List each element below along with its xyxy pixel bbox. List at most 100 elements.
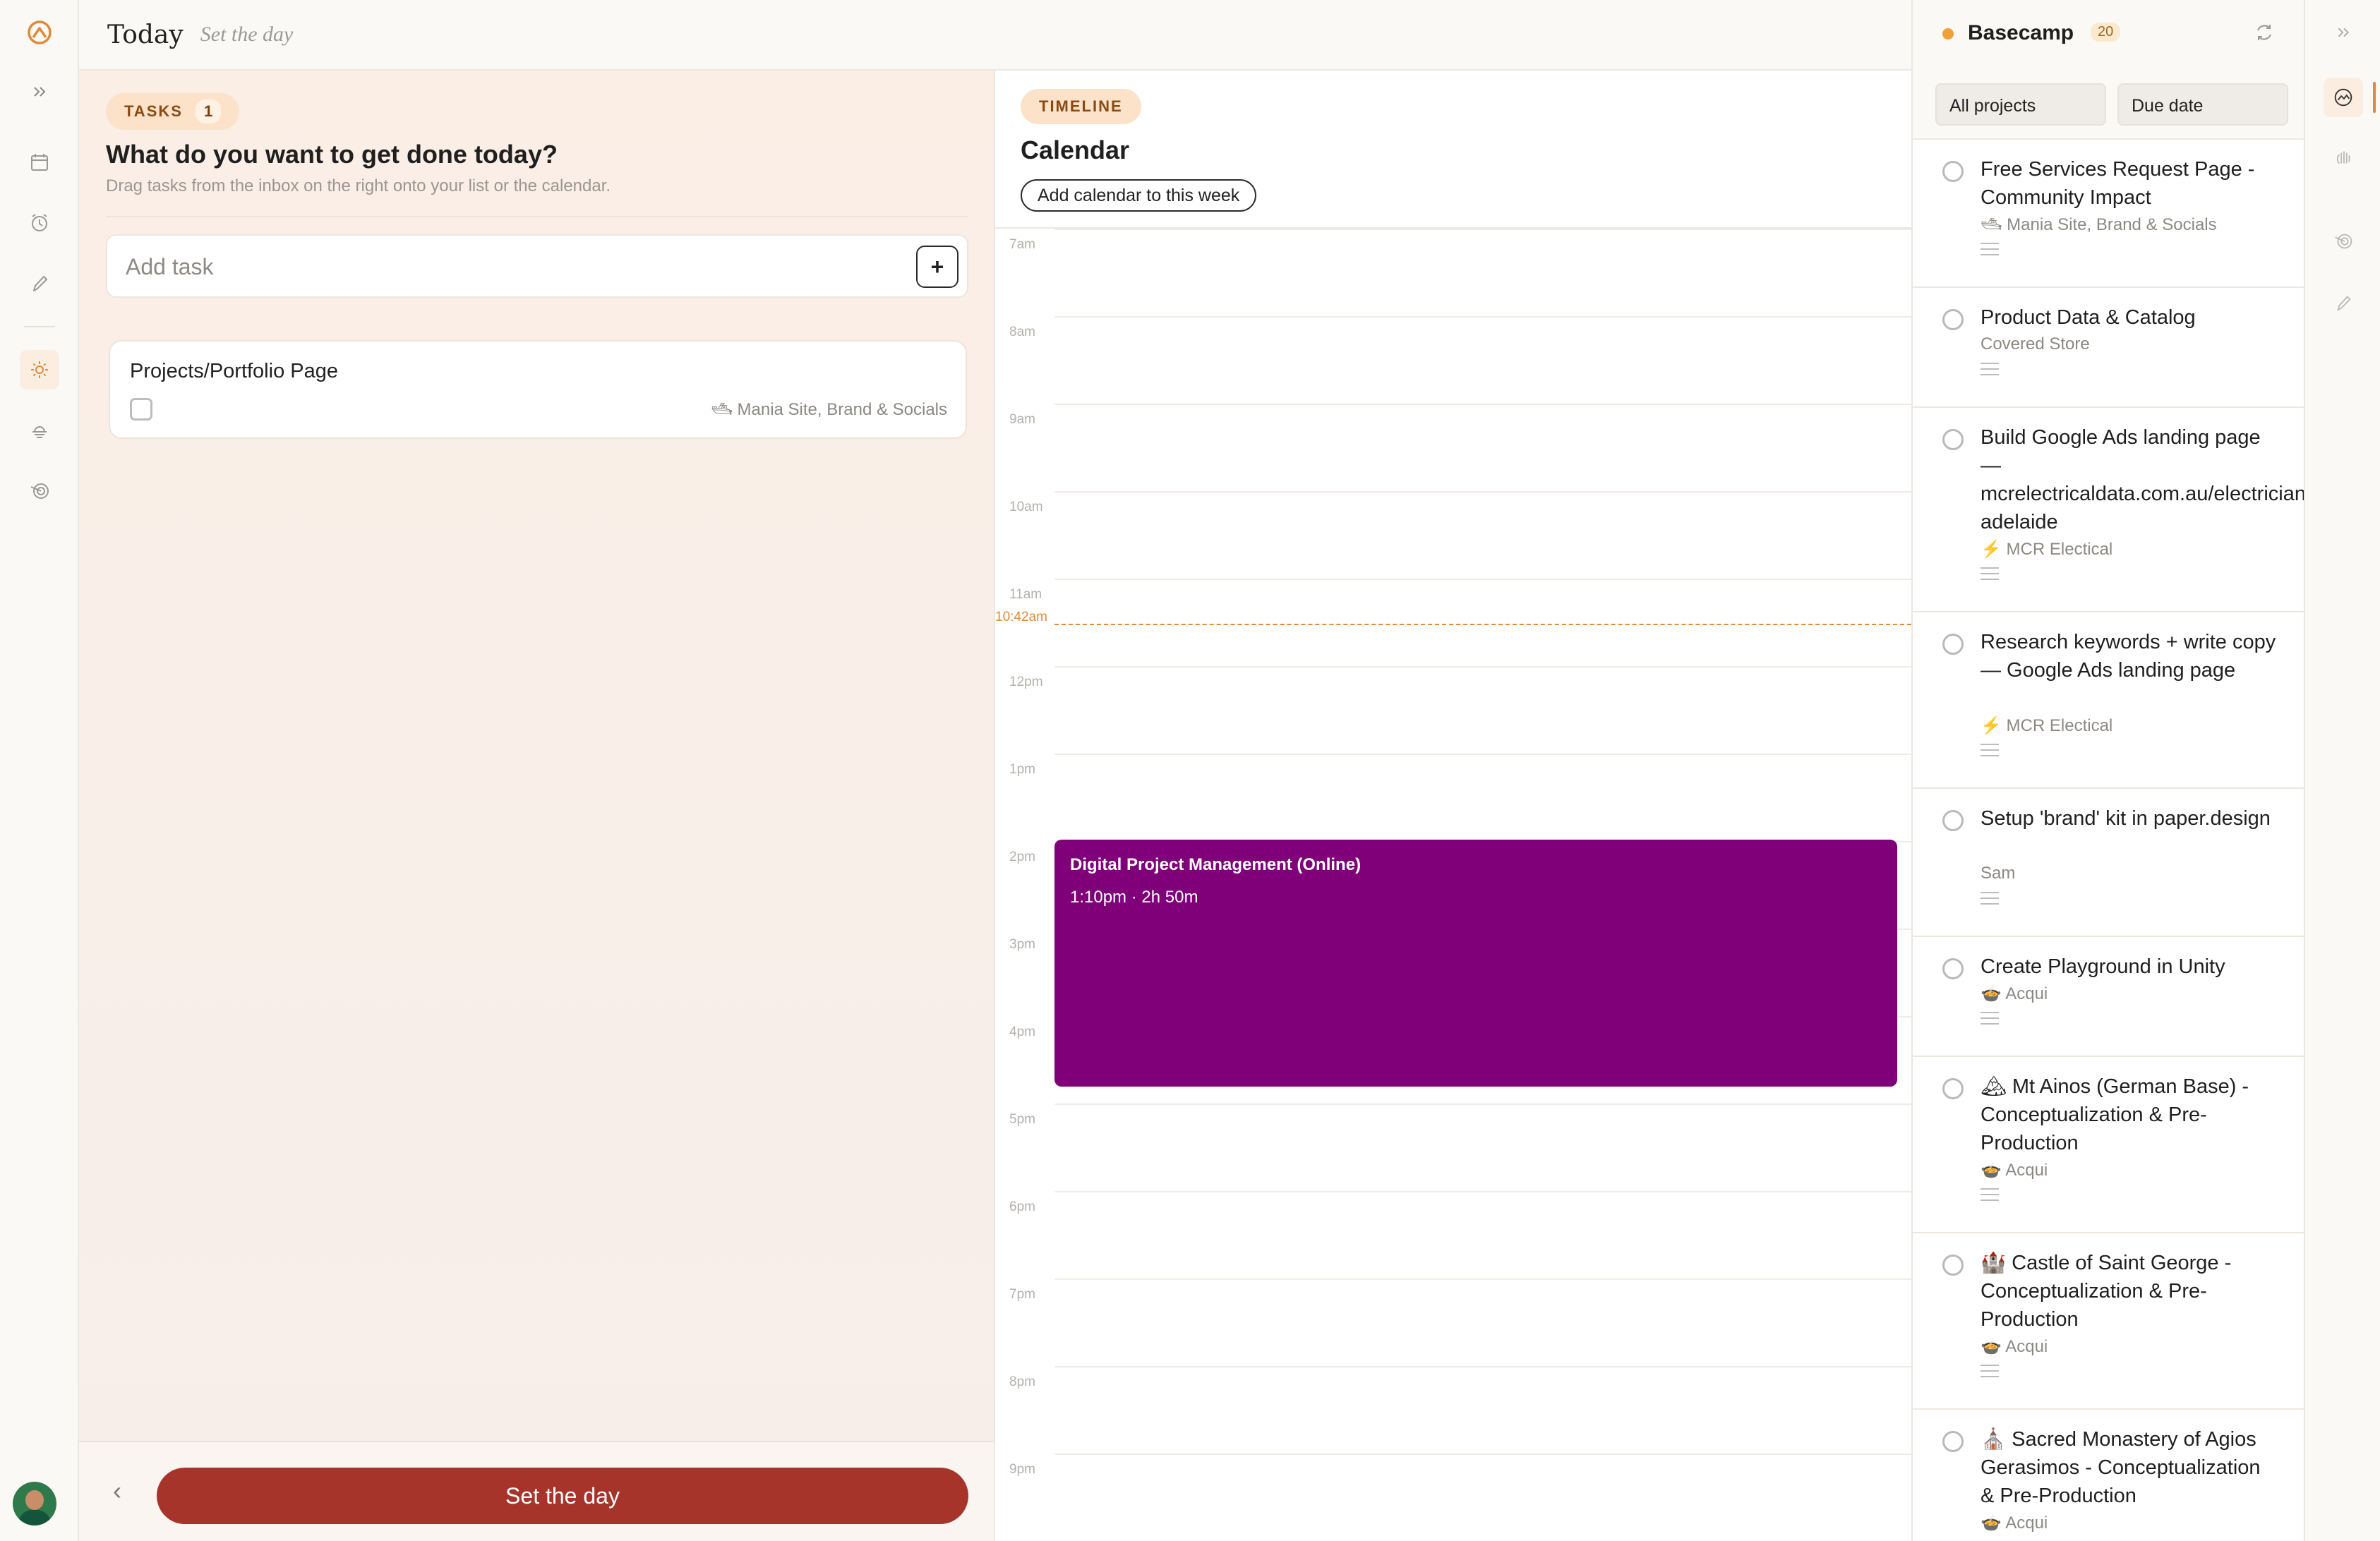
collapse-panel-icon[interactable] (2324, 13, 2363, 52)
hour-row[interactable]: 5pm (995, 1104, 1911, 1191)
expand-sidebar-icon[interactable] (20, 72, 59, 111)
sun-icon[interactable] (20, 350, 59, 389)
sort-filter[interactable]: Due date (2117, 83, 2288, 126)
projects-filter[interactable]: All projects (1935, 83, 2106, 126)
tasks-count-badge: 1 (195, 99, 222, 123)
page-header: Today Set the day (79, 0, 1911, 71)
hour-row[interactable]: 7pm (995, 1279, 1911, 1366)
complete-radio[interactable] (1942, 429, 1964, 450)
inbox-item-project: 🍲 Acqui (1981, 984, 2048, 1003)
hour-row[interactable]: 8pm (995, 1366, 1911, 1454)
hour-gridline (1054, 1104, 1911, 1105)
add-calendar-button[interactable]: Add calendar to this week (1021, 179, 1257, 212)
inbox-item-project: 🍲 Acqui (1981, 1161, 2048, 1180)
hour-row[interactable]: 7am (995, 229, 1911, 316)
task-checkbox[interactable] (130, 398, 152, 421)
drag-handle-icon[interactable] (1981, 243, 1999, 257)
tasks-pill-label: TASKS (124, 102, 183, 120)
back-chevron-icon[interactable]: ‹ (113, 1476, 121, 1506)
hour-row[interactable]: 6pm (995, 1191, 1911, 1279)
complete-radio[interactable] (1942, 1431, 1964, 1452)
inbox-filters: All projects Due date (1935, 83, 2288, 126)
hour-row[interactable]: 8am (995, 316, 1911, 404)
drag-handle-icon[interactable] (1981, 892, 1999, 906)
complete-radio[interactable] (1942, 634, 1964, 655)
hour-row[interactable]: 11am (995, 579, 1911, 666)
hour-label: 2pm (1009, 850, 1035, 864)
inbox-item[interactable]: Setup 'brand' kit in paper.design Sam (1913, 789, 2305, 937)
hour-label: 4pm (1009, 1025, 1035, 1039)
inbox-item[interactable]: ⛪ Sacred Monastery of Agios Gerasimos - … (1913, 1410, 2305, 1541)
inbox-item-title: Research keywords + write copy — Google … (1981, 631, 2276, 682)
basecamp-icon[interactable] (2324, 78, 2363, 117)
inbox-item[interactable]: Product Data & Catalog Covered Store (1913, 288, 2305, 408)
complete-radio[interactable] (1942, 958, 1964, 979)
add-task-button[interactable]: + (916, 246, 958, 288)
right-rail (2304, 0, 2380, 1541)
pen-icon[interactable] (20, 264, 59, 303)
inbox-item-title: Free Services Request Page - Community I… (1981, 158, 2255, 209)
complete-radio[interactable] (1942, 810, 1964, 831)
inbox-header: Basecamp 20 (1913, 0, 2305, 68)
complete-radio[interactable] (1942, 1078, 1964, 1099)
complete-radio[interactable] (1942, 161, 1964, 182)
add-task-input[interactable]: Add task (126, 254, 214, 280)
tasks-pane: TASKS 1 What do you want to get done tod… (79, 71, 995, 1541)
hour-row[interactable]: 10am (995, 491, 1911, 579)
hour-row[interactable]: 9pm (995, 1454, 1911, 1541)
complete-radio[interactable] (1942, 309, 1964, 330)
task-card[interactable]: Projects/Portfolio Page 🛥 Mania Site, Br… (109, 340, 967, 439)
hour-label: 1pm (1009, 762, 1035, 777)
pen-icon[interactable] (2324, 284, 2363, 323)
inbox-item[interactable]: Research keywords + write copy — Google … (1913, 612, 2305, 789)
inbox-item-title: Setup 'brand' kit in paper.design (1981, 807, 2271, 830)
hour-gridline (1054, 1454, 1911, 1455)
hour-gridline (1054, 1279, 1911, 1280)
calendar-icon[interactable] (20, 143, 59, 182)
complete-radio[interactable] (1942, 1255, 1964, 1276)
drag-handle-icon[interactable] (1981, 567, 1999, 581)
inbox-item-project: 🍲 Acqui (1981, 1513, 2048, 1533)
inbox-item[interactable]: 🏔 Mt Ainos (German Base) - Conceptualiza… (1913, 1057, 2305, 1233)
source-status-dot (1942, 28, 1954, 40)
inbox-item[interactable]: 🏰 Castle of Saint George - Conceptualiza… (1913, 1233, 2305, 1410)
hand-icon[interactable] (2324, 138, 2363, 178)
sunset-icon[interactable] (20, 411, 59, 450)
inbox-source[interactable]: Basecamp (1968, 21, 2074, 45)
inbox-item-title: ⛪ Sacred Monastery of Agios Gerasimos - … (1981, 1428, 2261, 1507)
hour-gridline (1054, 1366, 1911, 1367)
inbox-panel: Basecamp 20 All projects Due date Free S… (1911, 0, 2313, 1541)
timeline-grid[interactable]: 9pm 8pm 7pm 6pm 5pm 4pm 3pm 2pm 1pm 12pm 11am 10am 9… (995, 229, 1911, 1541)
drag-handle-icon[interactable] (1981, 363, 1999, 377)
add-task-field[interactable]: Add task + (106, 234, 968, 298)
current-time-label: 10:42am (995, 610, 1047, 624)
hour-row[interactable]: 9am (995, 404, 1911, 491)
event-time: 1:10pm · 2h 50m (1070, 888, 1198, 907)
drag-handle-icon[interactable] (1981, 744, 1999, 758)
calendar-event[interactable]: Digital Project Management (Online) 1:10… (1054, 840, 1897, 1087)
app-logo-icon[interactable] (20, 13, 59, 52)
inbox-item[interactable]: Build Google Ads landing page — mcrelect… (1913, 408, 2313, 612)
hour-gridline (1054, 579, 1911, 580)
alarm-clock-icon[interactable] (20, 203, 59, 243)
inbox-item[interactable]: Create Playground in Unity 🍲 Acqui (1913, 937, 2305, 1057)
hour-gridline (1054, 229, 1911, 230)
drag-handle-icon[interactable] (1981, 1188, 1999, 1202)
hour-row[interactable]: 12pm (995, 666, 1911, 754)
hour-row[interactable]: 1pm (995, 754, 1911, 841)
page-subtitle: Set the day (200, 23, 294, 46)
hour-label: 7am (1009, 237, 1035, 252)
drag-handle-icon[interactable] (1981, 1365, 1999, 1379)
avatar[interactable] (13, 1482, 56, 1525)
page-title: Today (107, 20, 184, 49)
set-the-day-button[interactable]: Set the day (157, 1468, 968, 1524)
tasks-divider (106, 216, 968, 217)
target-icon[interactable] (2324, 222, 2363, 261)
inbox-item-title: 🏰 Castle of Saint George - Conceptualiza… (1981, 1252, 2232, 1331)
target-icon[interactable] (20, 471, 59, 511)
drag-handle-icon[interactable] (1981, 1012, 1999, 1026)
refresh-icon[interactable] (2252, 20, 2277, 45)
inbox-item[interactable]: Free Services Request Page - Community I… (1913, 140, 2305, 288)
hour-label: 6pm (1009, 1199, 1035, 1214)
hour-label: 9am (1009, 412, 1035, 427)
